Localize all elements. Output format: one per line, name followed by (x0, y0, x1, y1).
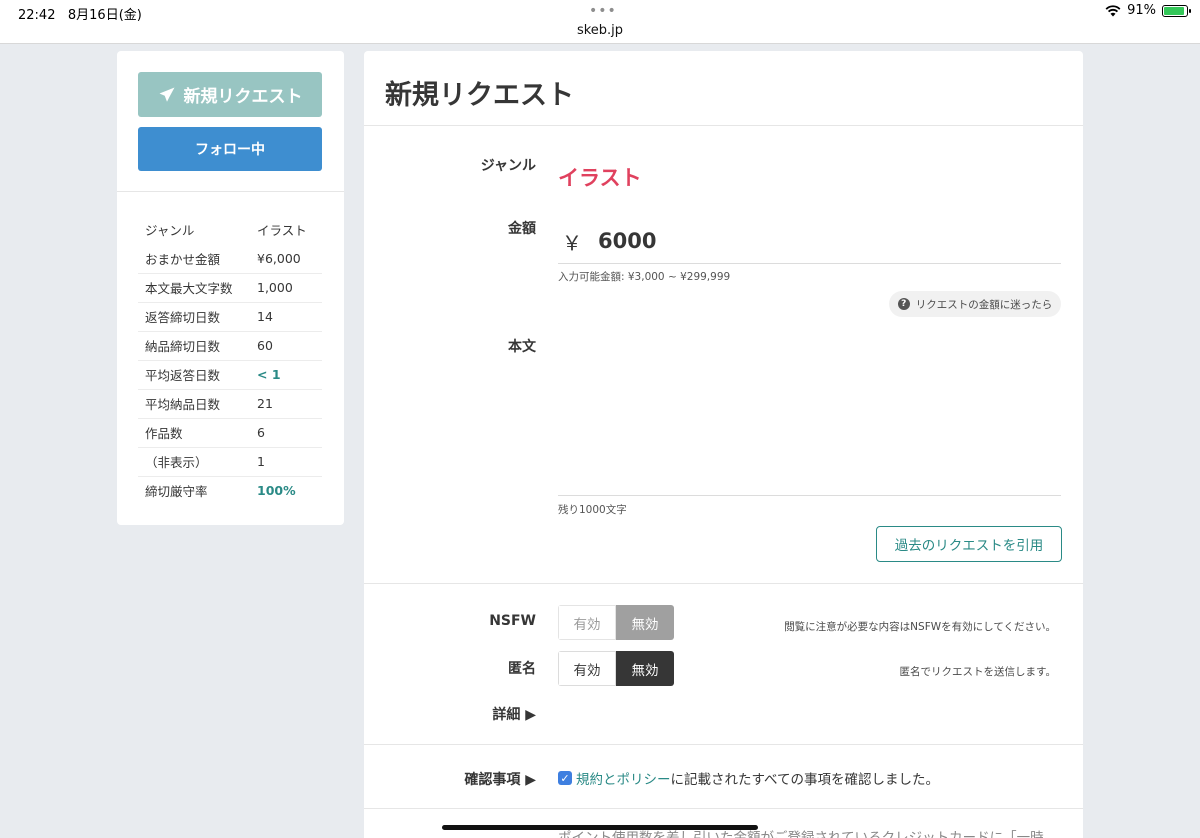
terms-policy-link[interactable]: 規約とポリシー (576, 772, 671, 788)
divider (117, 191, 344, 192)
nsfw-off-option[interactable]: 無効 (616, 605, 674, 640)
stat-value: ¥6,000 (250, 244, 322, 274)
body-label: 本文 (508, 339, 536, 355)
amount-help-button[interactable]: ? リクエストの金額に迷ったら (889, 291, 1061, 317)
stat-key: 締切厳守率 (145, 484, 208, 500)
amount-hint: 入力可能金額: ¥3,000 ~ ¥299,999 (558, 271, 731, 283)
nsfw-toggle: 有効 無効 (558, 605, 674, 640)
page-title: 新規リクエスト (385, 80, 574, 111)
confirm-text: に記載されたすべての事項を確認しました。 (670, 772, 940, 788)
amount-help-label: リクエストの金額に迷ったら (915, 298, 1053, 311)
genre-label: ジャンル (480, 158, 536, 174)
stat-key: 作品数 (138, 418, 250, 448)
status-time: 22:42 8月16日(金) (18, 8, 142, 23)
address-url[interactable]: skeb.jp (0, 23, 1200, 38)
remaining-chars: 残り1000文字 (558, 504, 627, 516)
stat-value: 6 (250, 418, 322, 448)
battery-icon (1162, 4, 1191, 17)
nsfw-note: 閲覧に注意が必要な内容はNSFWを有効にしてください。 (784, 621, 1056, 633)
amount-input[interactable] (598, 229, 998, 253)
stats-row: 作品数 6 (138, 418, 322, 448)
amount-field: ￥ (558, 219, 1061, 264)
stat-key: 平均納品日数 (138, 389, 250, 419)
stats-row: （非表示） 1 (138, 447, 322, 477)
anonymous-off-option[interactable]: 無効 (616, 651, 674, 686)
yen-symbol: ￥ (562, 230, 582, 255)
stat-value: 100% (257, 483, 296, 499)
confirm-label[interactable]: 確認事項 ▶ (364, 769, 536, 789)
nsfw-label: NSFW (489, 613, 536, 629)
nsfw-on-option[interactable]: 有効 (558, 605, 616, 640)
request-form-card: 新規リクエスト ジャンル イラスト 金額 ￥ 入力可能金額: ¥3,000 ~ … (364, 51, 1083, 838)
anonymous-label: 匿名 (508, 661, 536, 677)
genre-value: イラスト (558, 166, 642, 190)
stat-key: 平均返答日数 (138, 360, 250, 390)
home-indicator[interactable] (442, 825, 758, 830)
stats-row: 返答締切日数 14 (138, 302, 322, 332)
divider (364, 125, 1083, 126)
stats-table: ジャンル イラスト おまかせ金額 ¥6,000 本文最大文字数 1,000 返答締切日数 14… (138, 215, 322, 505)
new-request-button[interactable]: 新規リクエスト (138, 72, 322, 117)
confirm-checkbox[interactable]: ✓ (558, 771, 572, 785)
paper-plane-icon (159, 87, 174, 102)
stats-row: おまかせ金額 ¥6,000 (138, 244, 322, 274)
status-indicators: 91% (1105, 3, 1191, 18)
stat-value: イラスト (257, 223, 307, 238)
follow-button[interactable]: フォロー中 (138, 127, 322, 171)
battery-level (1164, 6, 1185, 15)
stats-row: 平均返答日数 < 1 (138, 360, 322, 390)
divider (364, 583, 1083, 584)
divider (364, 808, 1083, 809)
creator-sidebar: 新規リクエスト フォロー中 ジャンル イラスト おまかせ金額 ¥6,000 本文最大文字… (117, 51, 344, 525)
body-textarea[interactable] (558, 333, 1061, 496)
divider (364, 744, 1083, 745)
stat-value: 1,000 (250, 273, 322, 303)
stat-value: 1 (250, 447, 322, 477)
battery-percent: 91% (1127, 3, 1156, 18)
stat-value: < 1 (250, 360, 322, 390)
stat-key: 返答締切日数 (138, 302, 250, 332)
status-bar: 22:42 8月16日(金) ••• skeb.jp 91% (0, 0, 1200, 44)
cite-past-request-button[interactable]: 過去のリクエストを引用 (876, 526, 1062, 562)
anonymous-on-option[interactable]: 有効 (558, 651, 616, 686)
stat-key: おまかせ金額 (138, 244, 250, 274)
stat-key: ジャンル (145, 223, 195, 238)
stats-row: 本文最大文字数 1,000 (138, 273, 322, 303)
wifi-icon (1105, 4, 1121, 16)
details-toggle[interactable]: 詳細 ▶ (364, 704, 536, 724)
stats-row: 締切厳守率 100% (138, 476, 322, 505)
stats-row: 納品締切日数 60 (138, 331, 322, 361)
stat-value: 21 (250, 389, 322, 419)
anonymous-note: 匿名でリクエストを送信します。 (899, 666, 1056, 678)
multitask-dots[interactable]: ••• (589, 3, 617, 19)
stat-key: 本文最大文字数 (138, 273, 250, 303)
stats-row: 平均納品日数 21 (138, 389, 322, 419)
new-request-label: 新規リクエスト (183, 87, 303, 107)
stat-key: 納品締切日数 (138, 331, 250, 361)
stat-key: （非表示） (138, 447, 250, 477)
anonymous-toggle: 有効 無効 (558, 651, 674, 686)
amount-label: 金額 (508, 221, 536, 237)
stats-row: ジャンル イラスト (138, 215, 322, 244)
stat-value: 60 (250, 331, 322, 361)
stat-value: 14 (250, 302, 322, 332)
confirm-row: ✓ 規約とポリシーに記載されたすべての事項を確認しました。 (558, 768, 939, 788)
question-circle-icon: ? (897, 298, 910, 310)
